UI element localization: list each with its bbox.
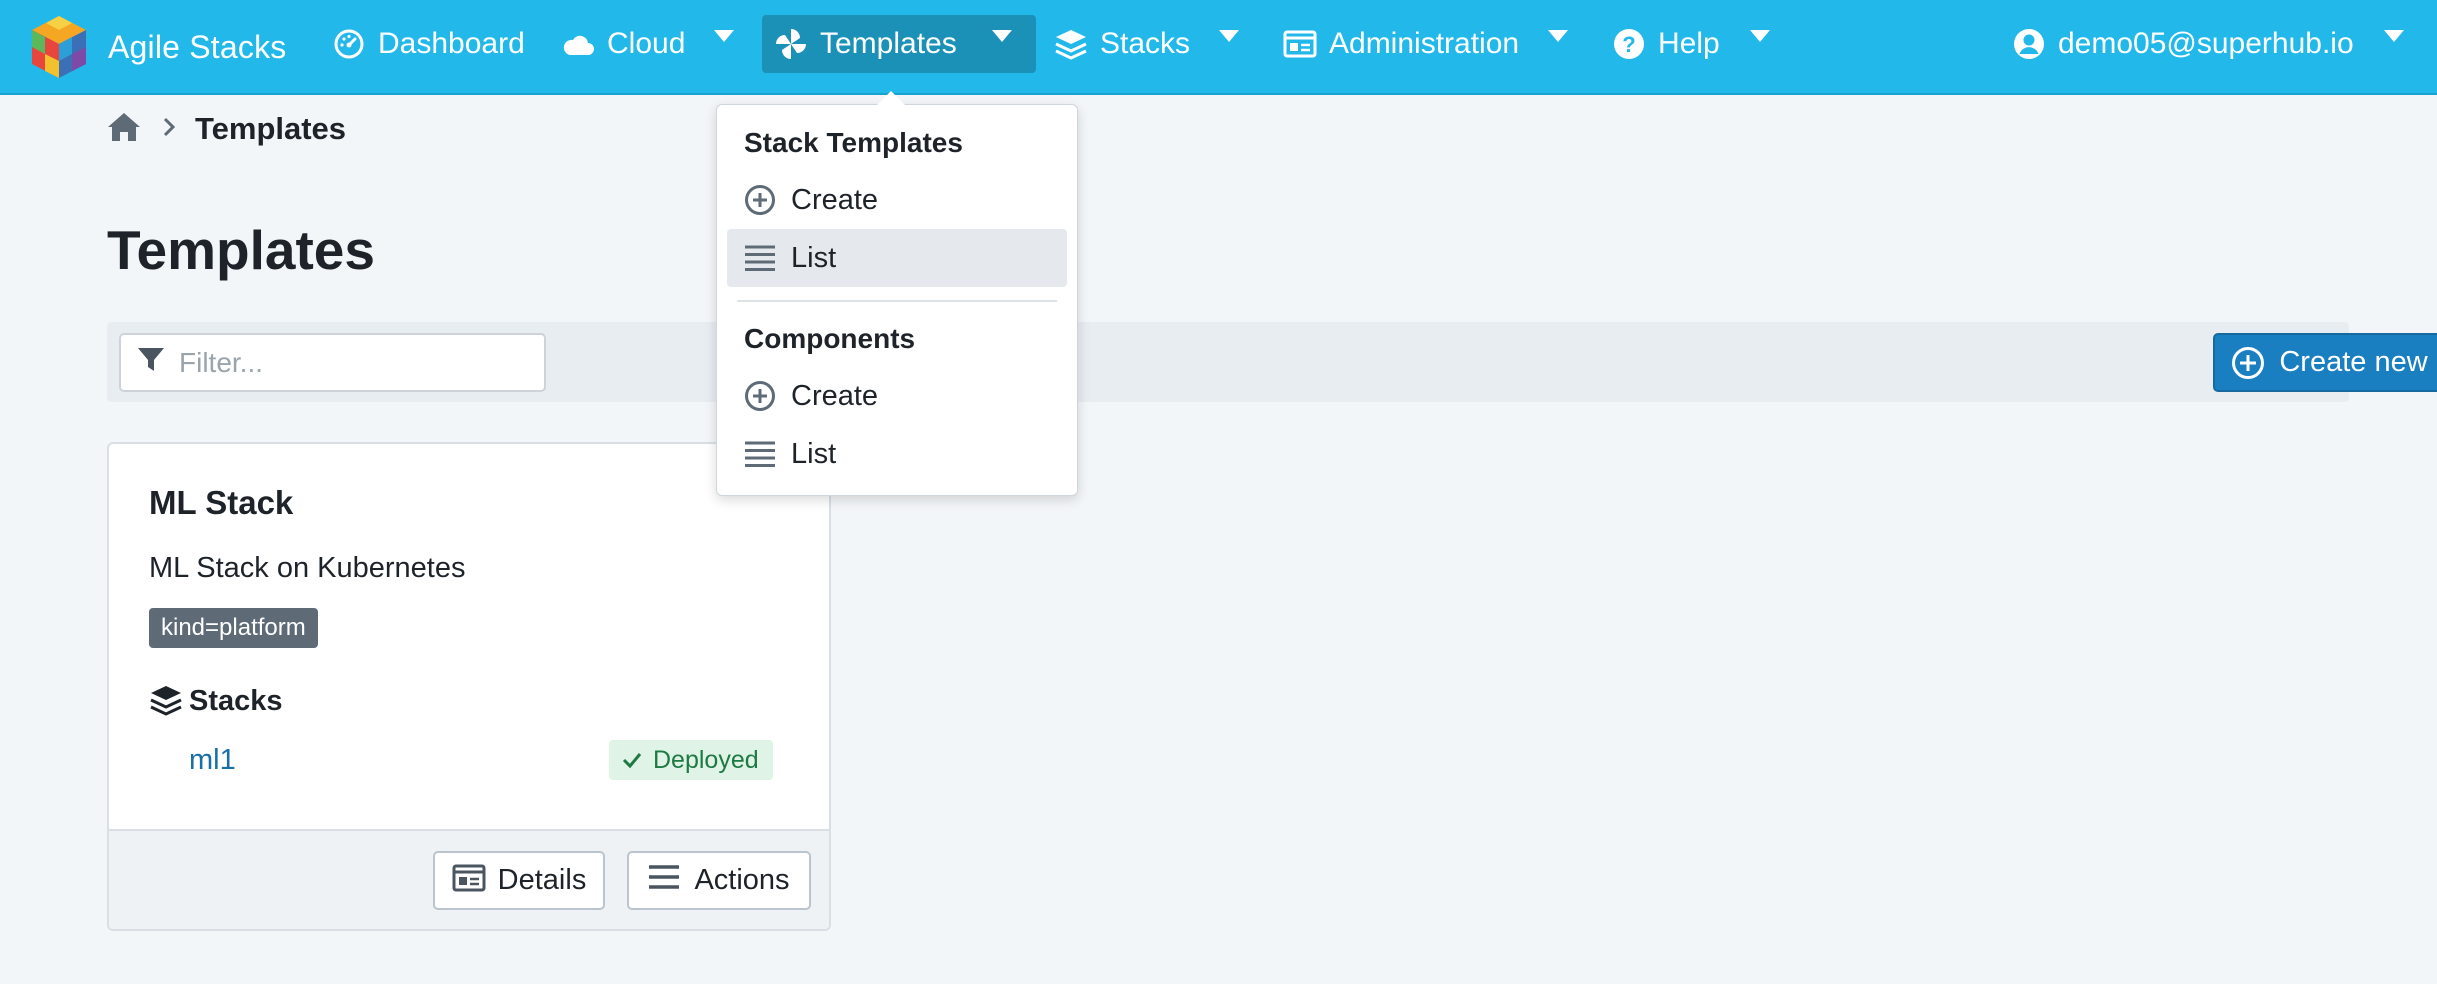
nav-stacks[interactable]: Stacks <box>1042 15 1202 73</box>
templates-menu-caret-icon[interactable] <box>992 30 1012 42</box>
cloud-menu-caret-icon[interactable] <box>714 30 734 42</box>
stack-link-ml1[interactable]: ml1 <box>189 744 236 777</box>
nav-stacks-label: Stacks <box>1100 27 1191 60</box>
stack-templates-list-label: List <box>791 241 837 274</box>
actions-button[interactable]: Actions <box>627 851 811 910</box>
create-new-button[interactable]: Create new <box>2213 333 2437 392</box>
stack-templates-create-label: Create <box>791 183 879 216</box>
templates-pinwheel-icon <box>774 27 808 61</box>
app-name: Agile Stacks <box>108 28 287 65</box>
chevron-right-icon <box>163 117 176 142</box>
check-icon <box>621 749 643 771</box>
breadcrumb: Templates <box>107 108 346 150</box>
top-navbar: Agile Stacks Dashboard Cloud Templates S… <box>0 0 2437 95</box>
create-new-label: Create new <box>2279 346 2428 378</box>
nav-cloud-label: Cloud <box>607 27 686 60</box>
stacks-menu-caret-icon[interactable] <box>1219 30 1239 42</box>
dropdown-arrow <box>877 91 905 105</box>
help-question-icon: ? <box>1612 27 1646 61</box>
components-list-label: List <box>791 437 837 470</box>
home-icon[interactable] <box>107 111 141 148</box>
stacks-layers-icon <box>149 684 183 718</box>
breadcrumb-current: Templates <box>195 111 347 146</box>
page-title: Templates <box>107 219 375 281</box>
plus-circle-icon <box>743 183 777 217</box>
nav-help[interactable]: ? Help <box>1600 15 1732 73</box>
list-lines-icon <box>743 241 777 275</box>
brand[interactable]: Agile Stacks <box>28 8 286 86</box>
filter-funnel-icon <box>137 346 165 379</box>
stack-templates-header: Stack Templates <box>744 127 963 158</box>
agile-stacks-logo-icon <box>32 16 86 78</box>
template-card-footer: Details Actions <box>109 829 829 929</box>
template-tag-badge: kind=platform <box>149 608 318 648</box>
nav-administration[interactable]: Administration <box>1271 15 1531 73</box>
actions-button-label: Actions <box>694 864 790 896</box>
administration-window-icon <box>1283 27 1317 61</box>
template-card-title: ML Stack <box>149 484 294 521</box>
hamburger-menu-icon <box>648 864 682 898</box>
plus-circle-icon <box>2231 346 2265 380</box>
svg-text:?: ? <box>1622 32 1635 57</box>
stack-templates-create-item[interactable]: Create <box>727 171 1067 229</box>
stack-templates-list-item[interactable]: List <box>727 229 1067 287</box>
nav-dashboard[interactable]: Dashboard <box>320 15 537 73</box>
user-menu[interactable]: demo05@superhub.io <box>2000 15 2366 73</box>
stacks-section-label: Stacks <box>189 684 283 717</box>
filter-input[interactable] <box>179 346 519 379</box>
details-button[interactable]: Details <box>433 851 605 910</box>
nav-cloud[interactable]: Cloud <box>549 15 697 73</box>
components-list-item[interactable]: List <box>727 425 1067 483</box>
details-button-label: Details <box>497 864 587 896</box>
filter-toolbar: Create new <box>107 322 2437 402</box>
status-badge-label: Deployed <box>653 745 759 774</box>
template-card-description: ML Stack on Kubernetes <box>149 552 466 584</box>
cloud-icon <box>561 27 595 61</box>
components-header: Components <box>744 323 916 354</box>
user-menu-caret-icon[interactable] <box>2384 30 2404 42</box>
status-badge: Deployed <box>609 740 773 780</box>
dashboard-gauge-icon <box>332 27 366 61</box>
filter-field[interactable] <box>119 333 546 392</box>
user-avatar-icon <box>2012 27 2046 61</box>
dropdown-divider <box>737 300 1057 302</box>
details-window-icon <box>452 864 486 898</box>
nav-dashboard-label: Dashboard <box>378 27 525 60</box>
nav-administration-label: Administration <box>1329 27 1520 60</box>
components-create-label: Create <box>791 379 879 412</box>
help-menu-caret-icon[interactable] <box>1750 30 1770 42</box>
nav-templates[interactable]: Templates <box>762 15 1036 73</box>
components-create-item[interactable]: Create <box>727 367 1067 425</box>
plus-circle-icon <box>743 379 777 413</box>
stacks-layers-icon <box>1054 27 1088 61</box>
templates-dropdown-menu: Stack Templates Create List Components C… <box>716 91 1078 496</box>
template-card: ML Stack ML Stack on Kubernetes kind=pla… <box>107 442 831 931</box>
list-lines-icon <box>743 437 777 471</box>
user-email: demo05@superhub.io <box>2058 27 2354 60</box>
nav-templates-label: Templates <box>820 27 957 60</box>
administration-menu-caret-icon[interactable] <box>1548 30 1568 42</box>
nav-help-label: Help <box>1658 27 1720 60</box>
stacks-section-header: Stacks <box>149 684 283 718</box>
